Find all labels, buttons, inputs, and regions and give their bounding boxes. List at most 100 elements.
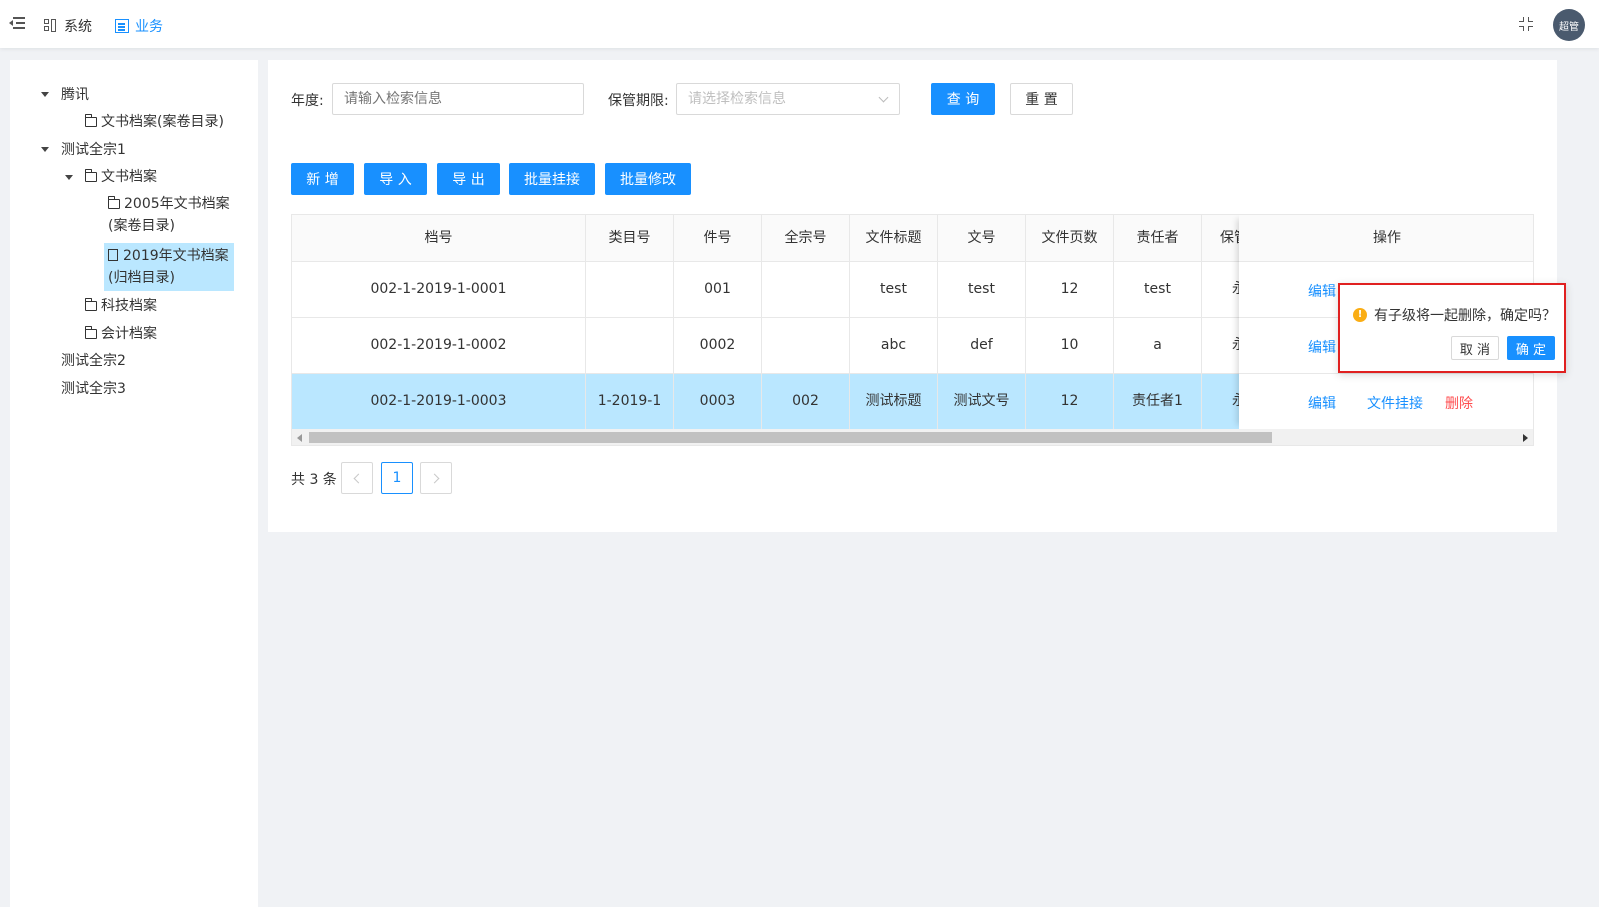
tree-node-label: 文书档案(案卷目录) xyxy=(101,114,224,130)
top-bar: 系统 业务 超管 xyxy=(0,0,1599,48)
popconfirm-message: 有子级将一起删除，确定吗？ xyxy=(1374,308,1556,324)
col-header: 全宗号 xyxy=(762,215,850,262)
cell-responsible: test xyxy=(1114,262,1202,317)
cell-archive-no: 002-1-2019-1-0001 xyxy=(292,262,586,317)
col-header: 文件页数 xyxy=(1026,215,1114,262)
exclamation-circle-icon: ! xyxy=(1353,308,1367,322)
year-input[interactable] xyxy=(332,83,584,115)
tree-node-label-line2: (案卷目录) xyxy=(108,218,175,234)
batch-attach-button[interactable]: 批量挂接 xyxy=(509,163,595,195)
scrollbar-thumb[interactable] xyxy=(309,432,1272,443)
caret-down-icon[interactable] xyxy=(41,147,49,152)
tree-node-test-fonds-2[interactable]: 测试全宗2 xyxy=(61,350,126,372)
horizontal-scrollbar[interactable] xyxy=(292,429,1533,445)
tree-node-wenshu-anjuan[interactable]: 文书档案(案卷目录) xyxy=(84,111,224,133)
retention-placeholder: 请选择检索信息 xyxy=(688,91,786,107)
cell-fonds-no xyxy=(762,318,850,373)
cell-title: test xyxy=(850,262,938,317)
tree-node-label-line2: (归档目录) xyxy=(108,270,175,286)
archive-tree: 腾讯 文书档案(案卷目录) 测试全宗1 文书档案 2005年文书档案 (案卷目录… xyxy=(10,60,258,907)
cell-fonds-no xyxy=(762,262,850,317)
tree-node-wenshu[interactable]: 文书档案 xyxy=(84,166,157,188)
scroll-right-icon[interactable] xyxy=(1523,434,1528,442)
edit-link[interactable]: 编辑 xyxy=(1308,337,1336,357)
cell-fonds-no: 002 xyxy=(762,374,850,429)
nav-business[interactable]: 业务 xyxy=(115,16,163,36)
confirm-button[interactable]: 确 定 xyxy=(1507,336,1555,360)
cell-doc-no: def xyxy=(938,318,1026,373)
avatar-text: 超管 xyxy=(1559,21,1579,33)
delete-link[interactable]: 删除 xyxy=(1445,393,1473,413)
next-page-button[interactable] xyxy=(420,462,452,494)
folder-icon xyxy=(107,196,120,209)
cell-item-no: 0003 xyxy=(674,374,762,429)
folder-icon xyxy=(84,114,97,127)
col-header: 档号 xyxy=(292,215,586,262)
cell-archive-no: 002-1-2019-1-0002 xyxy=(292,318,586,373)
tree-node-label: 测试全宗1 xyxy=(61,142,126,158)
query-button[interactable]: 查 询 xyxy=(931,83,995,115)
cell-doc-no: 测试文号 xyxy=(938,374,1026,429)
tree-node-label: 文书档案 xyxy=(101,169,157,185)
tree-node-2005[interactable]: 2005年文书档案 (案卷目录) xyxy=(107,193,230,237)
batch-edit-button[interactable]: 批量修改 xyxy=(605,163,691,195)
prev-page-button[interactable] xyxy=(341,462,373,494)
file-icon xyxy=(108,249,118,261)
scroll-left-icon[interactable] xyxy=(297,434,302,442)
retention-select[interactable]: 请选择检索信息 xyxy=(676,83,900,115)
total-count: 共 3 条 xyxy=(291,472,337,488)
tree-node-label: 2005年文书档案 xyxy=(124,196,230,212)
avatar[interactable]: 超管 xyxy=(1553,9,1585,41)
cell-item-no: 001 xyxy=(674,262,762,317)
fullscreen-icon[interactable] xyxy=(1519,17,1533,31)
edit-link[interactable]: 编辑 xyxy=(1308,281,1336,301)
tree-node-kuaiji[interactable]: 会计档案 xyxy=(84,323,157,345)
folder-open-icon xyxy=(84,298,97,311)
chevron-down-icon xyxy=(878,92,889,103)
edit-link[interactable]: 编辑 xyxy=(1308,393,1336,413)
caret-down-icon[interactable] xyxy=(41,92,49,97)
import-button[interactable]: 导 入 xyxy=(364,163,427,195)
menu-collapse-icon[interactable] xyxy=(9,16,25,30)
col-header: 类目号 xyxy=(586,215,674,262)
tree-node-label: 测试全宗3 xyxy=(61,381,126,397)
col-header: 文号 xyxy=(938,215,1026,262)
caret-down-icon[interactable] xyxy=(65,175,73,180)
cell-item-no: 0002 xyxy=(674,318,762,373)
chevron-left-icon xyxy=(353,473,364,483)
document-icon xyxy=(115,19,129,33)
cell-responsible: a xyxy=(1114,318,1202,373)
cell-responsible: 责任者1 xyxy=(1114,374,1202,429)
tree-node-label: 2019年文书档案 xyxy=(123,248,229,264)
tree-node-tencent[interactable]: 腾讯 xyxy=(61,84,89,106)
tree-node-label: 会计档案 xyxy=(101,326,157,342)
tree-node-label: 科技档案 xyxy=(101,298,157,314)
cell-title: 测试标题 xyxy=(850,374,938,429)
tree-node-keji[interactable]: 科技档案 xyxy=(84,295,157,317)
tree-node-test-fonds-1[interactable]: 测试全宗1 xyxy=(61,139,126,161)
tree-node-label: 测试全宗2 xyxy=(61,353,126,369)
cell-doc-no: test xyxy=(938,262,1026,317)
cancel-button[interactable]: 取 消 xyxy=(1451,336,1499,360)
nav-system[interactable]: 系统 xyxy=(44,16,92,36)
grid-icon xyxy=(44,19,58,33)
folder-open-icon xyxy=(84,169,97,182)
col-header: 文件标题 xyxy=(850,215,938,262)
reset-button[interactable]: 重 置 xyxy=(1010,83,1073,115)
cell-pages: 12 xyxy=(1026,374,1114,429)
export-button[interactable]: 导 出 xyxy=(437,163,500,195)
nav-business-label: 业务 xyxy=(135,19,163,35)
cell-archive-no: 002-1-2019-1-0003 xyxy=(292,374,586,429)
tree-node-test-fonds-3[interactable]: 测试全宗3 xyxy=(61,378,126,400)
page-1-button[interactable]: 1 xyxy=(381,462,413,494)
cell-category: 1-2019-1 xyxy=(586,374,674,429)
col-header: 件号 xyxy=(674,215,762,262)
attach-file-link[interactable]: 文件挂接 xyxy=(1367,393,1423,413)
delete-popconfirm: ! 有子级将一起删除，确定吗？ 取 消 确 定 xyxy=(1338,283,1566,373)
tree-node-2019[interactable]: 2019年文书档案 (归档目录) xyxy=(104,243,234,291)
nav-system-label: 系统 xyxy=(64,19,92,35)
add-button[interactable]: 新 增 xyxy=(291,163,354,195)
tree-node-label: 腾讯 xyxy=(61,87,89,103)
chevron-right-icon xyxy=(429,473,440,483)
cell-category xyxy=(586,262,674,317)
